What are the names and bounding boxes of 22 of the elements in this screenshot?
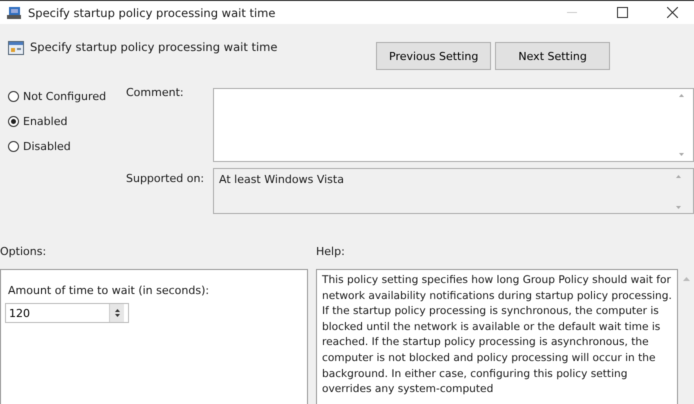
supported-on-label: Supported on: <box>126 172 204 185</box>
radio-button[interactable] <box>8 91 19 102</box>
help-text: This policy setting specifies how long Group Policy should wait for network availability notifications during startup policy processing. If the startup policy processing is synchronous, the computer is blocked until the network is available or the default wait time is reached. If the startup policy processing is asynchronous, the computer is not blocked and policy processing will occur in the background. In either case, configuring this policy setting overrides any system-computed <box>316 269 678 404</box>
wait-time-spinner[interactable]: 120 <box>5 303 129 323</box>
supported-on-field: At least Windows Vista <box>213 168 694 214</box>
help-label: Help: <box>316 245 346 258</box>
wait-time-label: Amount of time to wait (in seconds): <box>8 284 210 297</box>
comment-label: Comment: <box>126 86 184 99</box>
policy-icon <box>8 40 24 56</box>
radio-label: Not Configured <box>23 90 106 103</box>
radio-label: Disabled <box>23 140 71 153</box>
policy-title: Specify startup policy processing wait time <box>30 40 278 54</box>
previous-setting-button[interactable]: Previous Setting <box>376 42 492 70</box>
comment-field[interactable] <box>213 88 694 162</box>
radio-button[interactable] <box>8 116 19 127</box>
spin-arrows-icon[interactable] <box>109 304 124 322</box>
options-label: Options: <box>0 245 48 258</box>
app-icon <box>6 6 22 20</box>
window-title: Specify startup policy processing wait time <box>28 6 276 20</box>
next-setting-button[interactable]: Next Setting <box>495 42 610 70</box>
radio-button[interactable] <box>8 141 19 152</box>
radio-label: Enabled <box>23 115 68 128</box>
